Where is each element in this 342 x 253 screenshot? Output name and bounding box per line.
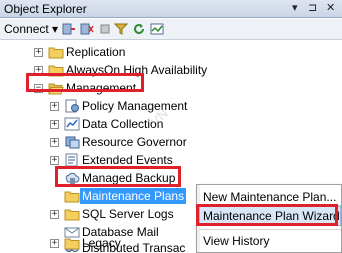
collapse-icon[interactable]: −: [34, 84, 43, 93]
connect-button[interactable]: Connect ▾: [4, 22, 58, 36]
folder-icon: [48, 47, 64, 59]
filter-icon[interactable]: [114, 23, 128, 35]
expand-icon[interactable]: +: [50, 120, 59, 129]
tree-item-label: Management: [66, 81, 137, 95]
policy-icon: [65, 99, 79, 113]
tree-item-label: Managed Backup: [82, 171, 176, 185]
tree-item-label: Resource Governor: [82, 135, 187, 149]
close-icon[interactable]: ✕: [326, 2, 335, 14]
expand-icon[interactable]: +: [50, 102, 59, 111]
folder-icon: [64, 209, 80, 221]
tree-item-extended-events[interactable]: + Extended Events: [0, 151, 342, 170]
data-collection-icon: [64, 117, 80, 131]
tree-item-label: Extended Events: [82, 153, 173, 167]
tree-item-management[interactable]: − Management: [0, 79, 342, 98]
expand-icon[interactable]: +: [50, 239, 59, 248]
window-title: Object Explorer: [4, 2, 87, 16]
folder-icon: [48, 65, 64, 77]
dropdown-icon[interactable]: ▾: [292, 2, 298, 14]
menu-item-view-history[interactable]: View History: [203, 234, 269, 248]
expand-icon[interactable]: +: [50, 156, 59, 165]
tree-item-label: AlwaysOn High Availability: [66, 63, 208, 77]
object-explorer-toolbar: Connect ▾: [0, 19, 342, 40]
tree-item-label: Legacy: [82, 236, 121, 250]
tree-item-data-collection[interactable]: + Data Collection: [0, 115, 342, 134]
tree-item-label: Replication: [66, 45, 126, 59]
stop-icon[interactable]: [98, 23, 112, 35]
tree-item-resource-governor[interactable]: + Resource Governor: [0, 133, 342, 152]
disconnect-icon[interactable]: [80, 23, 94, 35]
object-explorer-titlebar: Object Explorer ▾ ⊐ ✕: [0, 0, 342, 18]
tree-item-label: SQL Server Logs: [82, 207, 174, 221]
tree-item-label: Policy Management: [82, 99, 188, 113]
refresh-icon[interactable]: [132, 23, 146, 35]
managed-backup-icon: [65, 172, 80, 184]
tree-item-policy-management[interactable]: + Policy Management: [0, 97, 342, 116]
pin-icon[interactable]: ⊐: [308, 2, 317, 14]
expand-icon[interactable]: +: [50, 138, 59, 147]
extended-events-icon: [65, 153, 78, 167]
tree-item-alwayson[interactable]: + AlwaysOn High Availability: [0, 61, 342, 80]
folder-open-icon: [48, 83, 64, 95]
context-menu: New Maintenance Plan... Maintenance Plan…: [196, 184, 342, 253]
expand-icon[interactable]: +: [50, 210, 59, 219]
activity-monitor-icon[interactable]: [150, 23, 164, 35]
resource-governor-icon: [65, 136, 80, 149]
connect-server-icon[interactable]: [62, 23, 76, 35]
expand-icon[interactable]: +: [34, 48, 43, 57]
menu-item-maintenance-plan-wizard[interactable]: Maintenance Plan Wizard: [199, 206, 341, 226]
menu-item-new-maintenance-plan[interactable]: New Maintenance Plan...: [203, 190, 336, 204]
expand-icon[interactable]: +: [34, 66, 43, 75]
folder-icon: [64, 191, 80, 203]
tree-item-label: Maintenance Plans: [80, 188, 187, 204]
menu-separator: [199, 229, 341, 230]
folder-icon: [64, 238, 80, 250]
tree-item-replication[interactable]: + Replication: [0, 43, 342, 62]
